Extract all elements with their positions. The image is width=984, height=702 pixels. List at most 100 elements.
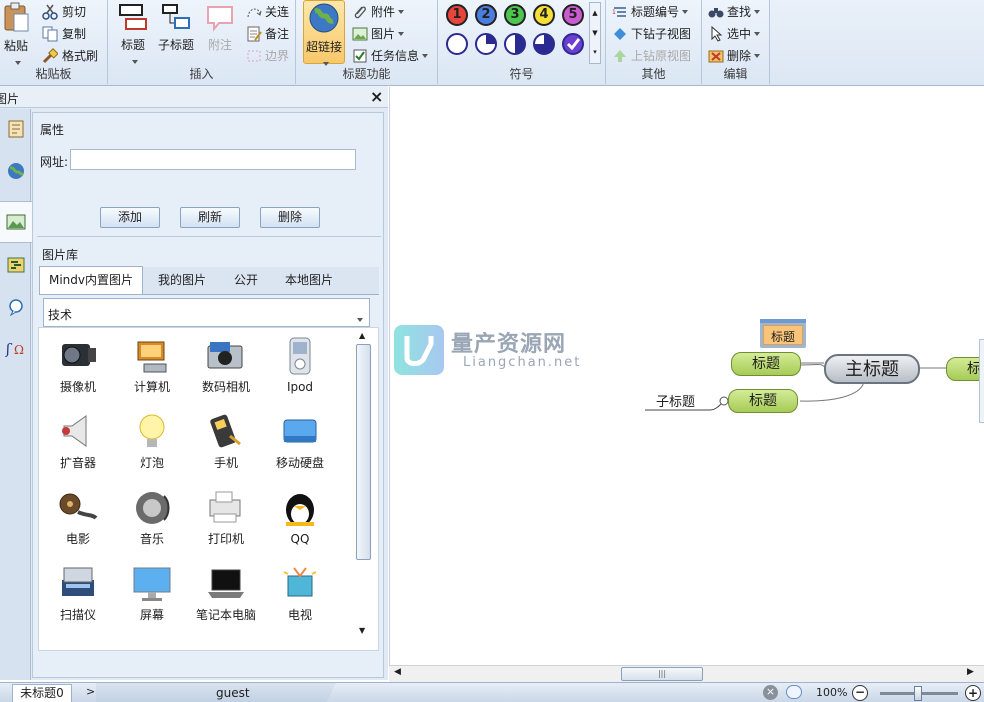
drill-down-icon xyxy=(614,27,626,40)
hyperlink-button[interactable]: 超链接 xyxy=(303,0,345,66)
rail-hyperlink-button[interactable] xyxy=(0,151,31,191)
topic-node-2[interactable]: 标题 xyxy=(728,389,798,413)
image-thumbnail-icon xyxy=(283,567,317,597)
image-item-label: 电视 xyxy=(287,608,312,622)
scroll-up-arrow[interactable]: ▲ xyxy=(359,331,365,340)
zoom-out-icon[interactable]: − xyxy=(852,685,868,701)
zoom-in-icon[interactable]: + xyxy=(965,685,981,701)
tab-local-images[interactable]: 本地图片 xyxy=(273,267,345,293)
group-label-edit: 编辑 xyxy=(723,67,748,81)
copy-label: 复制 xyxy=(62,27,87,41)
hscroll-right-arrow[interactable]: ▶ xyxy=(967,667,974,677)
zoom-slider-thumb[interactable] xyxy=(914,686,922,701)
image-item[interactable]: 电影 xyxy=(39,486,117,546)
image-item[interactable]: QQ xyxy=(261,486,339,546)
image-item[interactable]: 手机 xyxy=(187,410,265,470)
gantt-icon xyxy=(7,257,24,273)
image-item[interactable]: 打印机 xyxy=(187,486,265,546)
image-item[interactable]: 移动硬盘 xyxy=(261,410,339,470)
image-thumbnail-icon xyxy=(210,414,241,448)
refresh-button[interactable]: 刷新 xyxy=(180,207,240,228)
hscroll-thumb[interactable]: ||| xyxy=(621,667,703,681)
scroll-thumb[interactable] xyxy=(356,344,371,560)
insert-relation-button[interactable]: 关连 xyxy=(246,3,289,20)
panel-close-icon[interactable]: × xyxy=(370,86,383,108)
zoom-slider[interactable] xyxy=(880,686,958,701)
paste-button[interactable]: 粘贴 xyxy=(0,2,32,68)
insert-boundary-button[interactable]: 边界 xyxy=(246,47,289,64)
drill-up-button[interactable]: 上钻原视图 xyxy=(612,47,691,64)
topic-node-1[interactable]: 标题 xyxy=(731,352,801,376)
cut-button[interactable]: 剪切 xyxy=(42,3,86,20)
insert-topic-button[interactable]: 标题 xyxy=(116,3,150,67)
insert-callout-button[interactable]: 附注 xyxy=(202,3,238,53)
add-image-button[interactable]: 添加 xyxy=(100,207,160,228)
canvas-right-handle[interactable] xyxy=(979,339,984,423)
url-input[interactable] xyxy=(70,149,356,170)
image-item[interactable]: 计算机 xyxy=(113,334,191,394)
image-item[interactable]: 扩音器 xyxy=(39,410,117,470)
rail-formula-button[interactable]: ʃΩ xyxy=(0,329,31,369)
copy-button[interactable]: 复制 xyxy=(42,25,86,42)
image-thumbnail-icon xyxy=(59,493,98,520)
symbols-scroll[interactable]: ▲ ▼ ▾ xyxy=(589,2,601,64)
canvas-hscrollbar[interactable]: ◀ ||| ▶ xyxy=(389,665,984,682)
delete-button[interactable]: 删除 xyxy=(708,47,761,64)
image-item[interactable]: 笔记本电脑 xyxy=(187,562,265,622)
progress-symbols-row[interactable] xyxy=(445,32,595,58)
attachment-button[interactable]: 附件 xyxy=(352,3,405,20)
central-topic[interactable]: 主标题 xyxy=(824,354,920,384)
image-item[interactable]: 灯泡 xyxy=(113,410,191,470)
tab-my-images[interactable]: 我的图片 xyxy=(145,267,219,293)
tab-builtin-images[interactable]: Mindv内置图片 xyxy=(39,266,143,294)
image-item-label: 打印机 xyxy=(207,532,244,546)
rail-task-button[interactable] xyxy=(0,245,31,285)
comment-icon[interactable] xyxy=(786,685,802,699)
close-circle-icon[interactable]: × xyxy=(763,685,778,700)
subtopic-node[interactable]: 子标题 xyxy=(656,391,695,410)
rail-note-button[interactable] xyxy=(0,287,31,327)
priority-3-icon[interactable]: 3 xyxy=(504,4,526,26)
image-button[interactable]: 图片 xyxy=(352,25,405,42)
priority-4-icon[interactable]: 4 xyxy=(533,4,555,26)
rail-image-button[interactable] xyxy=(0,201,32,243)
format-painter-button[interactable]: 格式刷 xyxy=(42,47,98,64)
floating-topic[interactable]: 标题 xyxy=(760,322,806,348)
zoom-level: 100% xyxy=(816,686,848,699)
image-item[interactable]: Ipod xyxy=(261,334,339,394)
image-item-label: 屏幕 xyxy=(139,608,164,622)
image-item[interactable]: 音乐 xyxy=(113,486,191,546)
image-item[interactable]: 数码相机 xyxy=(187,334,265,394)
find-button[interactable]: 查找 xyxy=(708,3,761,20)
image-panel: 图片 × ʃΩ 属性 网址: 添加 刷新 删除 图片库 Mindv内置图片 我的… xyxy=(0,86,388,680)
hscroll-left-arrow[interactable]: ◀ xyxy=(394,667,401,677)
image-thumbnail-icon xyxy=(137,341,167,373)
drill-up-label: 上钻原视图 xyxy=(631,49,692,63)
image-item[interactable]: 电视 xyxy=(261,562,339,622)
priority-1-icon[interactable]: 1 xyxy=(446,4,468,26)
priority-2-icon[interactable]: 2 xyxy=(475,4,497,26)
drill-down-button[interactable]: 下钻子视图 xyxy=(612,25,691,42)
topic-numbering-button[interactable]: 1 标题编号 xyxy=(612,3,689,20)
task-info-button[interactable]: 任务信息 xyxy=(352,47,429,64)
image-thumbnail-icon xyxy=(62,344,96,366)
select-button[interactable]: 选中 xyxy=(708,25,761,42)
tab-scroll-arrow[interactable]: > xyxy=(86,685,95,698)
tab-public[interactable]: 公开 xyxy=(221,267,271,293)
globe-icon xyxy=(309,3,339,33)
grid-scrollbar[interactable]: ▲ ▼ xyxy=(354,328,374,648)
document-tab[interactable]: 未标题0 xyxy=(12,684,72,702)
image-item[interactable]: 屏幕 xyxy=(113,562,191,622)
insert-note-button[interactable]: 备注 xyxy=(246,25,289,42)
scroll-down-arrow[interactable]: ▼ xyxy=(359,626,365,635)
rail-properties-button[interactable] xyxy=(0,109,31,149)
brush-icon xyxy=(42,47,58,63)
delete-image-button[interactable]: 删除 xyxy=(260,207,320,228)
image-item[interactable]: 扫描仪 xyxy=(39,562,117,622)
image-item[interactable]: 摄像机 xyxy=(39,334,117,394)
category-select[interactable]: 技术 xyxy=(43,298,370,327)
delete-label: 删除 xyxy=(727,49,752,63)
insert-subtopic-button[interactable]: 子标题 xyxy=(156,3,196,53)
priority-5-icon[interactable]: 5 xyxy=(562,4,584,26)
mindmap-canvas[interactable]: 量产资源网 Liangchan.net 标题 标题 主标题 标 标题 子标题 xyxy=(389,87,984,665)
